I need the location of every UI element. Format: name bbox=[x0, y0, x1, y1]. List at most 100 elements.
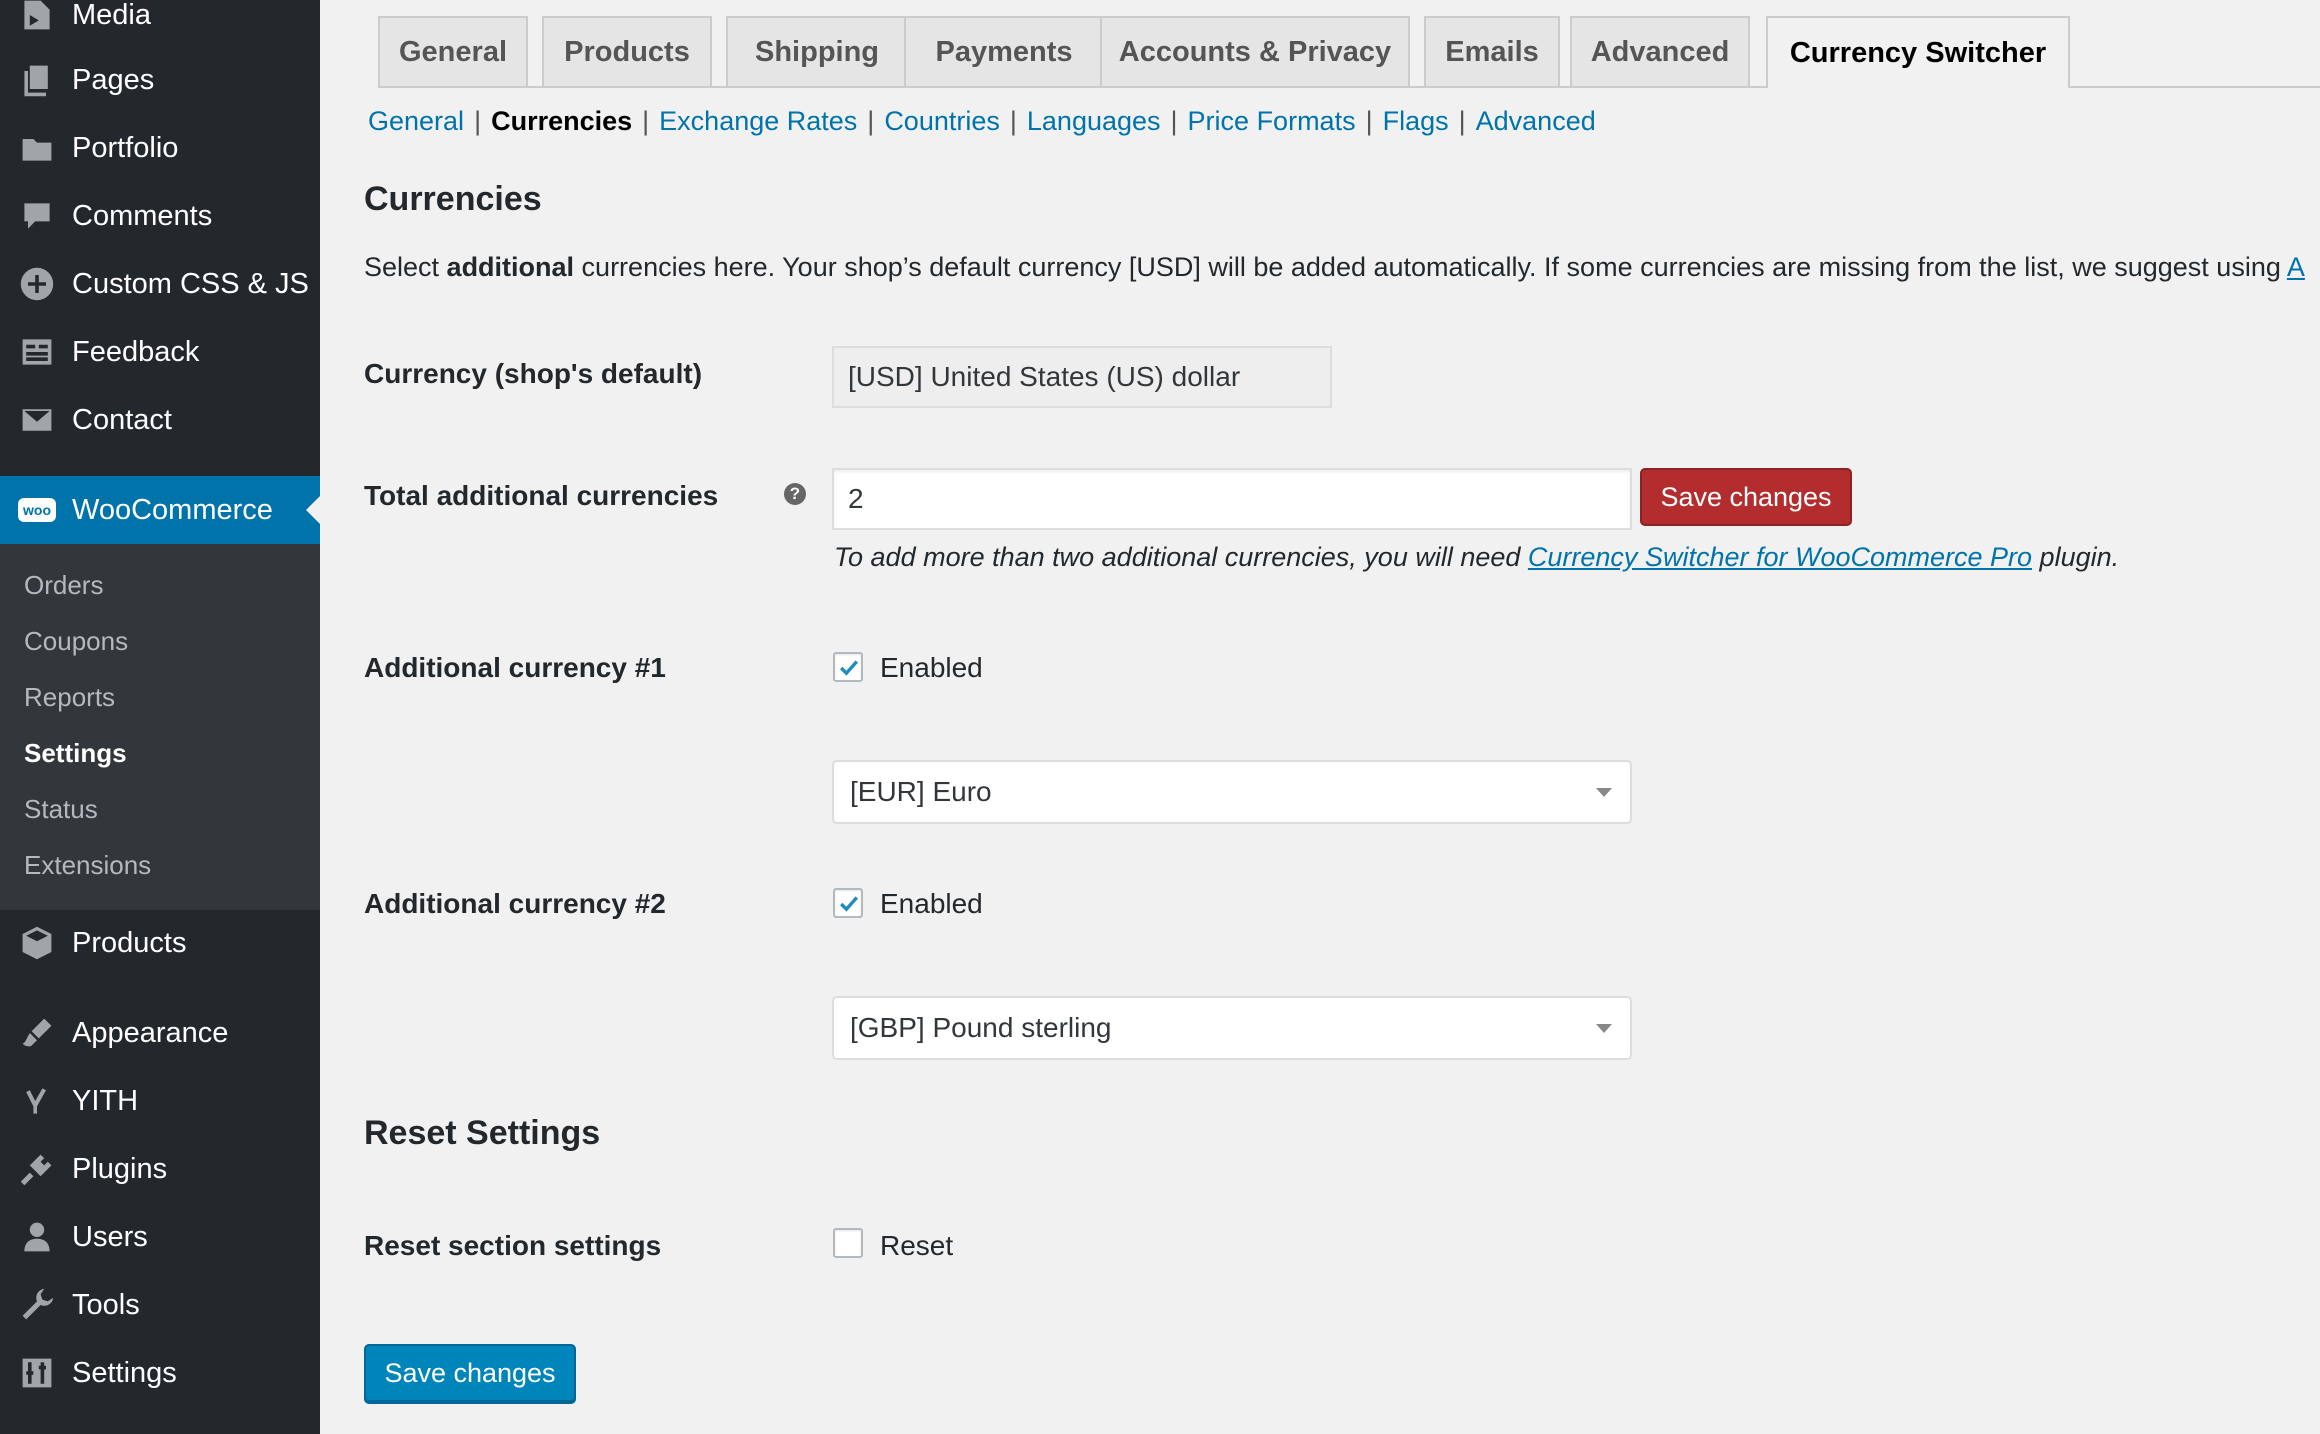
menu-item-media[interactable]: Media bbox=[0, 0, 320, 48]
submenu-status[interactable]: Status bbox=[24, 794, 98, 825]
default-currency-label: Currency (shop's default) bbox=[364, 358, 703, 389]
menu-label: Products bbox=[72, 926, 187, 959]
menu-label: WooCommerce bbox=[72, 493, 273, 526]
subnav-advanced[interactable]: Advanced bbox=[1476, 106, 1596, 136]
menu-item-appearance[interactable]: Appearance bbox=[0, 1000, 320, 1066]
menu-label: Contact bbox=[72, 403, 172, 436]
menu-item-settings[interactable]: Settings bbox=[0, 1340, 320, 1406]
subnav-general[interactable]: General bbox=[368, 106, 464, 136]
settings-sliders-icon bbox=[18, 1354, 56, 1392]
total-additional-label: Total additional currencies bbox=[364, 480, 719, 511]
woocommerce-submenu: Orders Coupons Reports Settings Status E… bbox=[0, 544, 320, 910]
tab-currency-switcher[interactable]: Currency Switcher bbox=[1766, 16, 2070, 88]
tab-emails[interactable]: Emails bbox=[1424, 16, 1560, 86]
menu-label: Comments bbox=[72, 199, 213, 232]
menu-label: Plugins bbox=[72, 1152, 168, 1185]
media-icon bbox=[18, 0, 56, 34]
admin-sidebar: Media Pages Portfolio Comments Custom CS… bbox=[0, 0, 320, 1434]
comments-icon bbox=[18, 197, 56, 235]
yith-icon bbox=[18, 1082, 56, 1120]
menu-item-comments[interactable]: Comments bbox=[0, 183, 320, 249]
reset-checkbox[interactable] bbox=[833, 1228, 863, 1258]
subnav-languages[interactable]: Languages bbox=[1027, 106, 1161, 136]
additional-currency-1-label: Additional currency #1 bbox=[364, 652, 666, 683]
submenu-reports[interactable]: Reports bbox=[24, 682, 115, 713]
checkmark-icon bbox=[840, 896, 859, 912]
plugins-icon bbox=[18, 1150, 56, 1188]
help-tip-icon[interactable]: ? bbox=[784, 483, 806, 505]
menu-item-plugins[interactable]: Plugins bbox=[0, 1136, 320, 1202]
menu-label: Custom CSS & JS bbox=[72, 267, 309, 300]
menu-label: Tools bbox=[72, 1288, 140, 1321]
select-value: [EUR] Euro bbox=[850, 776, 992, 807]
products-box-icon bbox=[18, 924, 56, 962]
additional-currency-2-label: Additional currency #2 bbox=[364, 888, 666, 919]
menu-item-woocommerce[interactable]: woo WooCommerce bbox=[0, 476, 320, 544]
save-changes-button[interactable]: Save changes bbox=[364, 1344, 576, 1402]
menu-label: Appearance bbox=[72, 1016, 229, 1049]
tab-advanced[interactable]: Advanced bbox=[1570, 16, 1750, 86]
menu-item-pages[interactable]: Pages bbox=[0, 47, 320, 113]
plus-circle-icon bbox=[18, 265, 56, 303]
reset-section-label: Reset section settings bbox=[364, 1230, 662, 1261]
menu-item-custom-css-js[interactable]: Custom CSS & JS bbox=[0, 251, 320, 317]
menu-item-yith[interactable]: YITH bbox=[0, 1068, 320, 1134]
submenu-extensions[interactable]: Extensions bbox=[24, 850, 151, 881]
submenu-settings[interactable]: Settings bbox=[24, 738, 127, 769]
current-menu-arrow bbox=[306, 496, 320, 524]
save-changes-inline-button[interactable]: Save changes bbox=[1640, 468, 1852, 526]
additional-currency-2-select[interactable]: [GBP] Pound sterling bbox=[832, 996, 1632, 1060]
menu-item-tools[interactable]: Tools bbox=[0, 1272, 320, 1338]
menu-label: Settings bbox=[72, 1356, 177, 1389]
menu-label: Pages bbox=[72, 63, 155, 96]
tab-products[interactable]: Products bbox=[542, 16, 712, 86]
section-intro: Select additional currencies here. Your … bbox=[364, 252, 2305, 282]
intro-link[interactable]: A bbox=[2287, 252, 2305, 282]
appearance-brush-icon bbox=[18, 1014, 56, 1052]
reset-settings-title: Reset Settings bbox=[364, 1114, 601, 1152]
total-additional-input[interactable] bbox=[832, 468, 1632, 530]
settings-tabs: General Products Shipping Payments Accou… bbox=[320, 0, 2320, 88]
menu-label: YITH bbox=[72, 1084, 139, 1117]
feedback-icon bbox=[18, 333, 56, 371]
mail-icon bbox=[18, 401, 56, 439]
menu-label: Media bbox=[72, 0, 151, 31]
users-icon bbox=[18, 1218, 56, 1256]
menu-item-portfolio[interactable]: Portfolio bbox=[0, 115, 320, 181]
menu-item-contact[interactable]: Contact bbox=[0, 387, 320, 453]
additional-currency-1-enabled-label: Enabled bbox=[880, 652, 983, 683]
default-currency-field: [USD] United States (US) dollar bbox=[832, 346, 1332, 408]
section-title: Currencies bbox=[364, 180, 542, 218]
tab-shipping[interactable]: Shipping bbox=[726, 16, 908, 86]
select-value: [GBP] Pound sterling bbox=[850, 1012, 1112, 1043]
tab-payments[interactable]: Payments bbox=[904, 16, 1104, 86]
menu-label: Portfolio bbox=[72, 131, 179, 164]
subnav-currencies[interactable]: Currencies bbox=[491, 106, 632, 136]
menu-label: Users bbox=[72, 1220, 148, 1253]
reset-checkbox-label: Reset bbox=[880, 1230, 954, 1261]
menu-item-feedback[interactable]: Feedback bbox=[0, 319, 320, 385]
additional-currency-1-enabled-checkbox[interactable] bbox=[833, 652, 863, 682]
submenu-coupons[interactable]: Coupons bbox=[24, 626, 128, 657]
subnav-price-formats[interactable]: Price Formats bbox=[1188, 106, 1356, 136]
subnav-exchange-rates[interactable]: Exchange Rates bbox=[659, 106, 857, 136]
woocommerce-icon: woo bbox=[18, 491, 56, 529]
section-subnav: General | Currencies | Exchange Rates | Countr… bbox=[368, 106, 1596, 136]
dropdown-arrow-icon bbox=[1596, 788, 1612, 797]
menu-item-users[interactable]: Users bbox=[0, 1204, 320, 1270]
additional-currency-2-enabled-checkbox[interactable] bbox=[833, 888, 863, 918]
tab-accounts-privacy[interactable]: Accounts & Privacy bbox=[1100, 16, 1410, 86]
menu-item-products[interactable]: Products bbox=[0, 910, 320, 976]
submenu-orders[interactable]: Orders bbox=[24, 570, 103, 601]
portfolio-icon bbox=[18, 129, 56, 167]
subnav-countries[interactable]: Countries bbox=[884, 106, 1000, 136]
dropdown-arrow-icon bbox=[1596, 1024, 1612, 1033]
menu-label: Feedback bbox=[72, 335, 200, 368]
pages-icon bbox=[18, 61, 56, 99]
pro-plugin-link[interactable]: Currency Switcher for WooCommerce Pro bbox=[1528, 542, 2032, 572]
checkmark-icon bbox=[840, 660, 859, 676]
pro-plugin-description: To add more than two additional currenci… bbox=[834, 542, 2120, 572]
tab-general[interactable]: General bbox=[378, 16, 528, 86]
subnav-flags[interactable]: Flags bbox=[1383, 106, 1449, 136]
additional-currency-1-select[interactable]: [EUR] Euro bbox=[832, 760, 1632, 824]
